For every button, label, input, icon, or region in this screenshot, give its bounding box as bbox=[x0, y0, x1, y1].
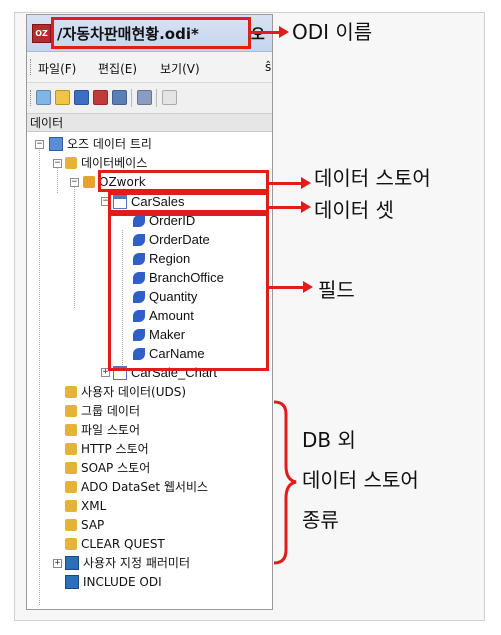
tree-line bbox=[39, 145, 40, 605]
toolbar-grip-icon bbox=[30, 90, 33, 106]
other-stores-callout-line2: 데이터 스토어 bbox=[302, 468, 419, 492]
expand-toggle[interactable]: + bbox=[53, 559, 62, 568]
tree-item-label: 사용자 데이터(UDS) bbox=[81, 385, 187, 399]
menu-view[interactable]: 보기(V) bbox=[160, 60, 200, 77]
collapse-toggle[interactable]: − bbox=[53, 159, 62, 168]
menu-grip-icon bbox=[30, 59, 33, 75]
other-stores-callout-line1: DB 외 bbox=[302, 428, 356, 452]
collapse-toggle[interactable]: − bbox=[35, 140, 44, 149]
dataset-arrow bbox=[269, 206, 303, 209]
tree-item-label: HTTP 스토어 bbox=[81, 442, 149, 456]
copy-icon[interactable] bbox=[137, 90, 152, 105]
tree-item-params[interactable]: 사용자 지정 패러미터 bbox=[65, 554, 190, 573]
menu-bar: 파일(F) 편집(E) 보기(V) ŝ bbox=[27, 52, 272, 83]
menu-more[interactable]: ŝ bbox=[265, 60, 271, 74]
tree-item-ado[interactable]: ADO DataSet 웹서비스 bbox=[65, 478, 208, 497]
tree-item-soap-store[interactable]: SOAP 스토어 bbox=[65, 459, 150, 478]
tree-item-include[interactable]: INCLUDE ODI bbox=[65, 573, 162, 592]
tree-item-group[interactable]: 그룹 데이터 bbox=[65, 402, 140, 421]
datastore-icon bbox=[65, 499, 77, 512]
tree-item-label: 파일 스토어 bbox=[81, 423, 141, 437]
tree-item-file-store[interactable]: 파일 스토어 bbox=[65, 421, 140, 440]
odi-name-arrow bbox=[251, 31, 281, 34]
save-icon[interactable] bbox=[74, 90, 89, 105]
datastore-icon bbox=[65, 385, 77, 398]
dataset-callout: 데이터 셋 bbox=[314, 198, 394, 222]
database-icon bbox=[65, 156, 77, 169]
datastore-icon bbox=[65, 442, 77, 455]
toolbar-separator bbox=[131, 89, 132, 107]
app-icon: OZ bbox=[32, 24, 51, 43]
odi-name-callout: ODI 이름 bbox=[292, 20, 373, 44]
tree-item-sap[interactable]: SAP bbox=[65, 516, 104, 535]
new-file-icon[interactable] bbox=[36, 90, 51, 105]
tree-item-xml[interactable]: XML bbox=[65, 497, 106, 516]
datastore-arrow bbox=[269, 182, 303, 185]
tree-item-label: 사용자 지정 패러미터 bbox=[83, 556, 190, 570]
save-as-icon[interactable] bbox=[93, 90, 108, 105]
other-stores-callout-line3: 종류 bbox=[302, 508, 339, 532]
datastore-arrowhead bbox=[301, 177, 311, 189]
menu-edit[interactable]: 편집(E) bbox=[98, 60, 137, 77]
fields-arrow bbox=[269, 286, 305, 289]
edit-icon[interactable] bbox=[112, 90, 127, 105]
odi-name-highlight bbox=[51, 17, 251, 49]
datastore-icon bbox=[65, 461, 77, 474]
tree-item-label: INCLUDE ODI bbox=[83, 575, 162, 589]
datastore-callout: 데이터 스토어 bbox=[314, 166, 431, 190]
tree-line bbox=[74, 184, 75, 308]
tree-item-label: ADO DataSet 웹서비스 bbox=[81, 480, 209, 494]
tree-item-label: 그룹 데이터 bbox=[81, 404, 141, 418]
fields-highlight bbox=[108, 213, 269, 371]
tree-item-label: 오즈 데이터 트리 bbox=[67, 137, 152, 151]
parameter-icon bbox=[65, 555, 79, 570]
open-folder-icon[interactable] bbox=[55, 90, 70, 105]
tree-item-label: CLEAR QUEST bbox=[81, 537, 165, 551]
datastore-icon bbox=[65, 518, 77, 531]
tree-line bbox=[57, 165, 58, 193]
panel-header: 데이터 bbox=[27, 114, 272, 132]
fields-callout: 필드 bbox=[318, 278, 355, 302]
datastore-highlight bbox=[98, 170, 269, 192]
tree-item-label: XML bbox=[81, 499, 107, 513]
toolbar-separator bbox=[156, 89, 157, 107]
tree-item-root[interactable]: 오즈 데이터 트리 bbox=[49, 135, 152, 154]
dataset-highlight bbox=[108, 192, 269, 213]
datastore-icon bbox=[65, 423, 77, 436]
toolbar bbox=[27, 83, 272, 114]
tree-item-clear-quest[interactable]: CLEAR QUEST bbox=[65, 535, 165, 554]
datastore-icon bbox=[65, 480, 77, 493]
tree-item-http-store[interactable]: HTTP 스토어 bbox=[65, 440, 149, 459]
menu-file[interactable]: 파일(F) bbox=[38, 60, 76, 77]
odi-name-arrowhead bbox=[279, 26, 289, 38]
fields-arrowhead bbox=[303, 281, 313, 293]
tree-item-uds[interactable]: 사용자 데이터(UDS) bbox=[65, 383, 186, 402]
datastore-icon bbox=[83, 175, 95, 188]
page-icon[interactable] bbox=[162, 90, 177, 105]
include-icon bbox=[65, 574, 79, 589]
tree-item-label: SOAP 스토어 bbox=[81, 461, 151, 475]
tree-item-label: 데이터베이스 bbox=[81, 156, 148, 170]
tree-root-icon bbox=[49, 136, 63, 151]
datastore-icon bbox=[65, 404, 77, 417]
dataset-arrowhead bbox=[301, 201, 311, 213]
tree-item-label: SAP bbox=[81, 518, 105, 532]
collapse-toggle[interactable]: − bbox=[70, 178, 79, 187]
datastore-icon bbox=[65, 537, 77, 550]
other-stores-brace bbox=[273, 400, 297, 565]
